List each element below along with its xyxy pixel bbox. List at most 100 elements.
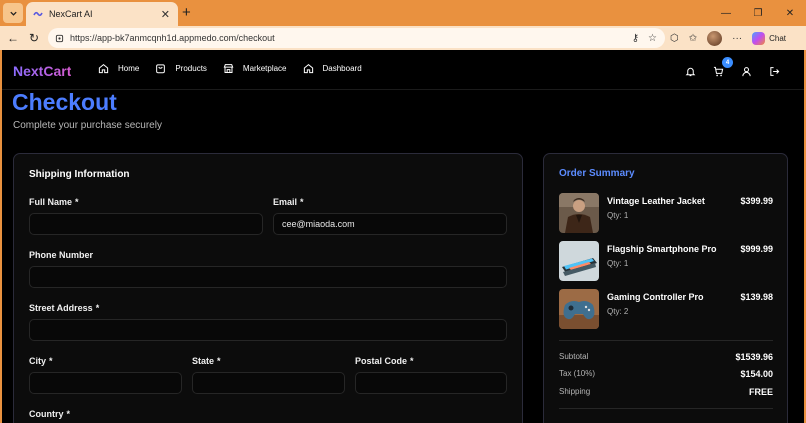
notifications-button[interactable]	[685, 64, 696, 77]
item-name: Gaming Controller Pro	[607, 292, 704, 302]
label-text: Full Name	[29, 197, 73, 207]
full-name-field[interactable]	[29, 213, 263, 235]
street-address-field[interactable]	[29, 319, 507, 341]
chat-button[interactable]: Chat	[752, 31, 787, 45]
street-address-label: Street Address *	[29, 303, 99, 313]
home-icon	[303, 63, 313, 74]
summary-divider	[559, 340, 773, 341]
refresh-icon[interactable]: ↻	[29, 31, 39, 45]
label-text: Postal Code	[355, 356, 408, 366]
user-icon	[742, 67, 751, 77]
jacket-photo-icon	[559, 193, 599, 233]
key-icon[interactable]: ⚷	[632, 33, 639, 44]
shipping-title: Shipping Information	[29, 169, 130, 180]
order-summary-card: Order Summary Vintage Leather Jacket Qty…	[543, 153, 788, 423]
logout-button[interactable]	[769, 64, 780, 76]
browser-toolbar: ⬡ ✩ ··· Chat	[670, 29, 786, 47]
extensions-icon[interactable]: ⬡	[670, 33, 679, 44]
required-mark: *	[75, 197, 79, 207]
tab-actions-button[interactable]	[3, 3, 23, 23]
window-close-icon[interactable]: ✕	[774, 0, 806, 26]
state-field[interactable]	[192, 372, 345, 394]
item-qty: Qty: 1	[607, 211, 629, 220]
restore-icon[interactable]: ❐	[742, 0, 774, 26]
browser-tab[interactable]: NexCart AI ✕	[26, 2, 178, 26]
nav-label: Dashboard	[322, 64, 362, 73]
cart-button[interactable]: 4	[713, 57, 733, 77]
item-name: Vintage Leather Jacket	[607, 196, 705, 206]
profile-avatar[interactable]	[707, 30, 723, 46]
site-info-icon	[55, 34, 64, 42]
shipping-row: Shipping FREE	[559, 387, 773, 399]
account-button[interactable]	[741, 64, 752, 77]
home-icon	[98, 63, 109, 74]
required-mark: *	[300, 197, 304, 207]
back-arrow-icon[interactable]: ←	[7, 31, 19, 45]
city-field[interactable]	[29, 372, 182, 394]
phone-label: Phone Number	[29, 250, 94, 260]
email-field[interactable]	[273, 213, 507, 235]
tax-value: $154.00	[740, 369, 773, 379]
summary-divider	[559, 408, 773, 409]
minimize-icon[interactable]: —	[710, 0, 742, 26]
nav-products[interactable]: Products	[155, 63, 207, 74]
logout-icon	[770, 67, 780, 76]
cart-item: Flagship Smartphone Pro Qty: 1 $999.99	[559, 241, 773, 283]
order-summary-title: Order Summary	[559, 168, 635, 179]
controller-photo-icon	[559, 289, 599, 329]
state-label: State *	[192, 356, 221, 366]
label-text: Street Address	[29, 303, 93, 313]
app-viewport: NextCart Home Products Marketplace Dashb…	[2, 50, 804, 423]
subtotal-row: Subtotal $1539.96	[559, 352, 773, 364]
chat-label: Chat	[769, 33, 787, 43]
cart-item: Vintage Leather Jacket Qty: 1 $399.99	[559, 193, 773, 235]
item-price: $139.98	[740, 292, 773, 302]
copilot-icon	[752, 31, 766, 45]
nav-dashboard[interactable]: Dashboard	[303, 63, 362, 74]
product-image-jacket	[559, 193, 599, 233]
shipping-cost-value: FREE	[748, 387, 773, 397]
required-mark: *	[217, 356, 221, 366]
email-label: Email *	[273, 197, 304, 207]
new-tab-icon[interactable]: +	[182, 4, 191, 21]
window-controls: — ❐ ✕	[710, 0, 806, 26]
cart-item: Gaming Controller Pro Qty: 2 $139.98	[559, 289, 773, 331]
required-mark: *	[410, 356, 414, 366]
required-mark: *	[95, 303, 100, 313]
tab-title: NexCart AI	[49, 9, 93, 19]
nav-marketplace[interactable]: Marketplace	[223, 63, 287, 74]
label-text: City	[29, 356, 47, 366]
item-price: $999.99	[740, 244, 773, 254]
item-name: Flagship Smartphone Pro	[607, 244, 717, 254]
favorite-star-icon[interactable]: ☆	[648, 33, 657, 44]
main-nav: Home Products Marketplace Dashboard	[98, 63, 362, 74]
product-image-controller	[559, 289, 599, 329]
favorites-icon[interactable]: ✩	[689, 33, 697, 44]
nav-label: Products	[175, 64, 207, 73]
required-mark: *	[49, 356, 53, 366]
bell-icon	[685, 67, 696, 77]
tax-label: Tax (10%)	[559, 369, 596, 378]
subtotal-label: Subtotal	[559, 352, 589, 361]
item-price: $399.99	[740, 196, 773, 206]
label-text: State	[192, 356, 215, 366]
city-label: City *	[29, 356, 53, 366]
nav-label: Marketplace	[242, 64, 287, 73]
product-image-smartphone	[559, 241, 599, 281]
item-qty: Qty: 1	[607, 259, 629, 268]
nav-home[interactable]: Home	[98, 63, 139, 74]
postal-code-field[interactable]	[355, 372, 507, 394]
page-title: Checkout	[12, 89, 117, 115]
item-qty: Qty: 2	[607, 307, 629, 316]
tab-close-icon[interactable]: ✕	[161, 8, 170, 21]
cart-icon	[713, 66, 724, 77]
brand-logo[interactable]: NextCart	[13, 63, 71, 79]
postal-code-label: Postal Code *	[355, 356, 414, 366]
browser-tab-strip: NexCart AI ✕ + — ❐ ✕	[0, 0, 806, 26]
url-field[interactable]: https://app-bk7anmcqnh1d.appmedo.com/che…	[48, 28, 665, 48]
phone-field[interactable]	[29, 266, 507, 288]
chevron-down-icon	[9, 11, 17, 16]
header-actions: 4	[685, 57, 780, 77]
more-options-icon[interactable]: ···	[732, 33, 742, 44]
subtotal-value: $1539.96	[735, 352, 773, 362]
